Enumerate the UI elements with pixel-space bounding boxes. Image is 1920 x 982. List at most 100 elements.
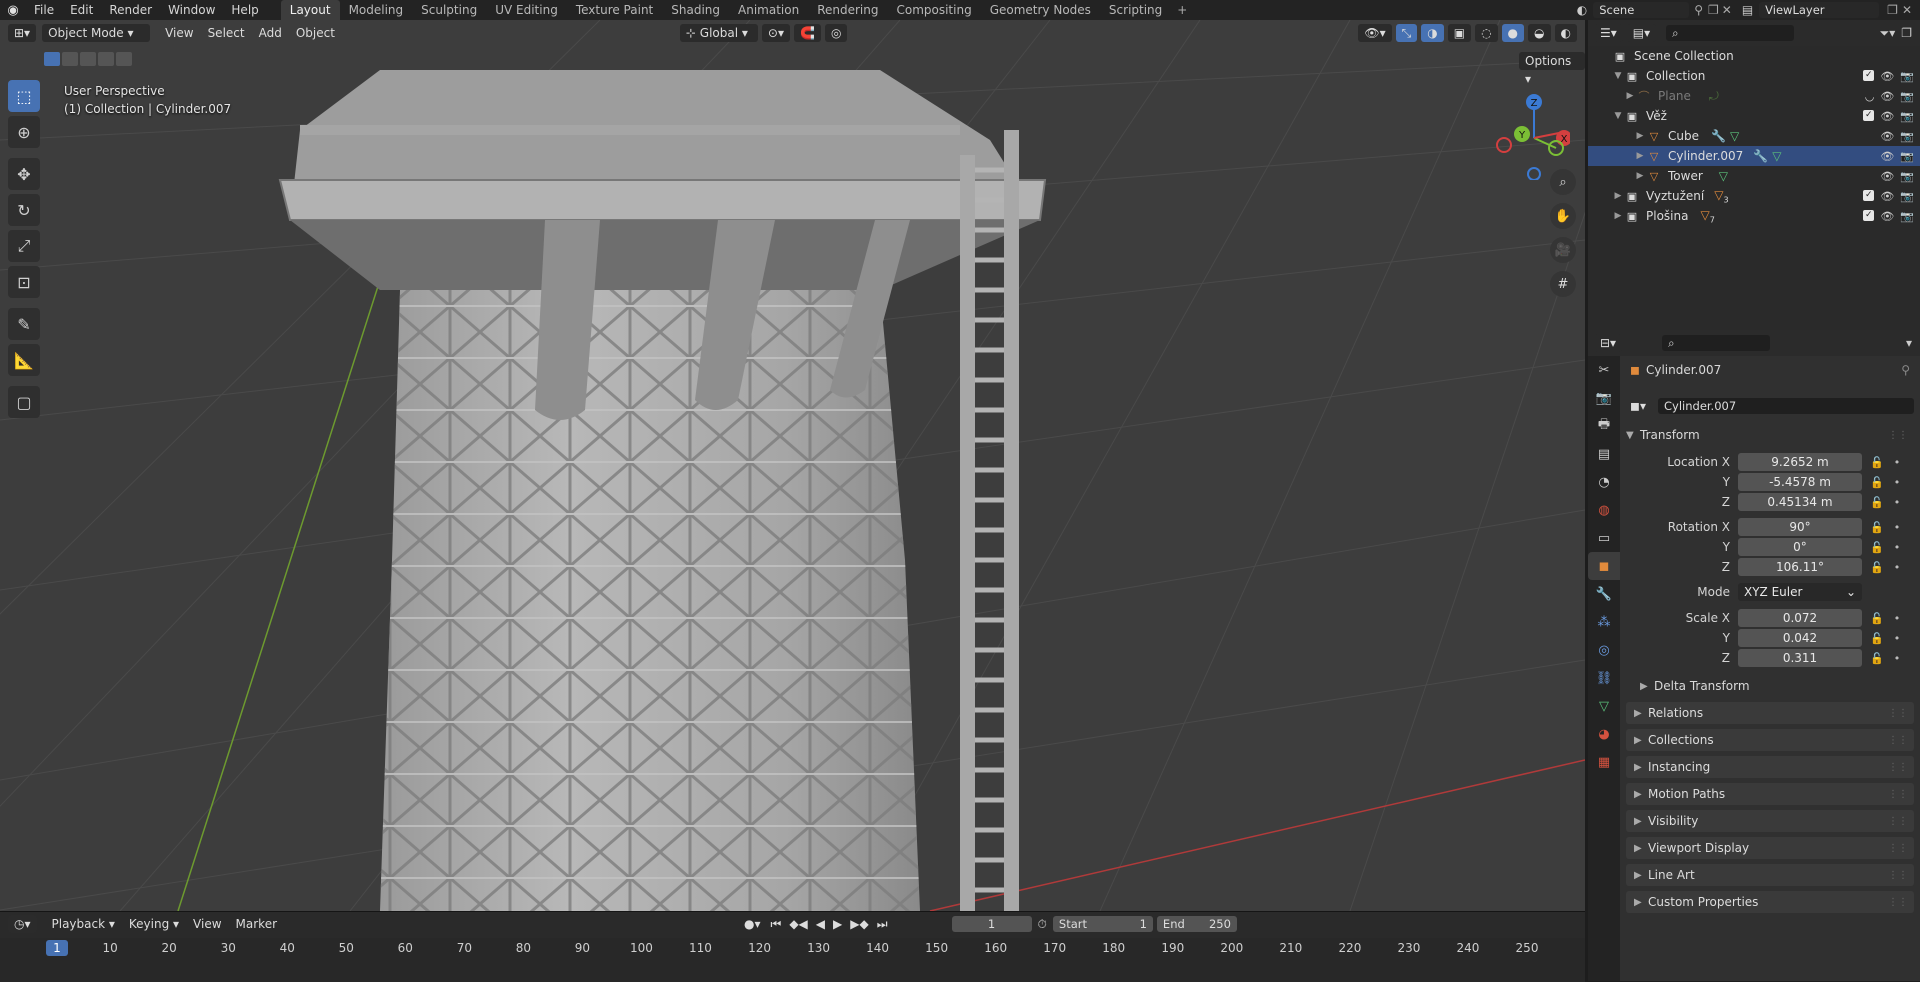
select-mode-icons[interactable]	[44, 52, 132, 66]
jump-key-back-icon[interactable]: ◆◀	[789, 917, 807, 931]
pin-icon[interactable]: ⚲	[1694, 3, 1703, 17]
outliner-search-input[interactable]: ⌕	[1666, 25, 1795, 41]
filter-icon[interactable]: ⏷▾	[1880, 26, 1896, 41]
annotate-tool-icon[interactable]: ✎	[8, 308, 40, 340]
tab-scripting[interactable]: Scripting	[1100, 0, 1171, 20]
jump-key-forward-icon[interactable]: ▶◆	[850, 917, 868, 931]
menu-window[interactable]: Window	[160, 0, 223, 20]
lock-icon[interactable]: 🔓	[1870, 652, 1884, 665]
particles-tab-icon[interactable]: ⁂	[1588, 608, 1620, 636]
camera-icon[interactable]: 📷	[1900, 150, 1914, 163]
properties-editor-icon[interactable]: ⊟▾	[1594, 334, 1623, 352]
tab-sculpting[interactable]: Sculpting	[412, 0, 486, 20]
delta-transform-subpanel[interactable]: ▶ Delta Transform	[1640, 676, 1750, 696]
jump-start-icon[interactable]: ⏮	[771, 917, 782, 932]
timeline-editor-icon[interactable]: ◷▾	[8, 915, 37, 933]
display-mode-icon[interactable]: ▤▾	[1626, 24, 1657, 42]
outliner-row-tower[interactable]: ▶ ▽ Tower ▽ 👁 📷	[1588, 166, 1920, 186]
drag-grip-icon[interactable]: ⋮⋮	[1888, 789, 1908, 800]
eye-icon[interactable]: 👁	[1880, 110, 1894, 123]
outliner-row-cylinder[interactable]: ▶ ▽ Cylinder.007 🔧 ▽ 👁 📷	[1588, 146, 1920, 166]
expand-icon[interactable]: ▶	[1634, 897, 1648, 908]
ortho-grid-icon[interactable]: #	[1550, 271, 1576, 297]
viewport-menu-view[interactable]: View	[158, 26, 200, 40]
mode-dropdown[interactable]: Object Mode ▾	[42, 24, 151, 42]
drag-grip-icon[interactable]: ⋮⋮	[1888, 708, 1908, 719]
tab-rendering[interactable]: Rendering	[808, 0, 887, 20]
drag-grip-icon[interactable]: ⋮⋮	[1888, 843, 1908, 854]
camera-icon[interactable]: 📷	[1900, 130, 1914, 143]
include-checkbox[interactable]: ✓	[1863, 209, 1875, 221]
tab-compositing[interactable]: Compositing	[887, 0, 980, 20]
transform-tool-icon[interactable]: ⊡	[8, 266, 40, 298]
editor-type-icon[interactable]: ⊞▾	[8, 24, 37, 42]
include-checkbox[interactable]: ✓	[1863, 69, 1875, 81]
outliner-row-collection[interactable]: ▼ ▣ Collection ✓ 👁 📷	[1588, 66, 1920, 86]
tab-shading[interactable]: Shading	[662, 0, 729, 20]
camera-icon[interactable]: 📷	[1900, 70, 1914, 83]
camera-icon[interactable]: 📷	[1900, 210, 1914, 223]
output-tab-icon[interactable]: 🖶	[1588, 412, 1620, 440]
expand-icon[interactable]: ▶	[1640, 681, 1654, 692]
cursor-tool-icon[interactable]: ⊕	[8, 116, 40, 148]
expand-icon[interactable]: ▶	[1634, 171, 1646, 181]
panel-viewport-display[interactable]: ▶ Viewport Display ⋮⋮	[1626, 837, 1914, 859]
keyframe-dot-icon[interactable]: •	[1894, 632, 1901, 645]
record-icon[interactable]: ●▾	[744, 917, 761, 931]
blender-logo-icon[interactable]: ◉	[0, 0, 26, 20]
expand-icon[interactable]: ▶	[1612, 211, 1624, 221]
expand-icon[interactable]: ▶	[1634, 762, 1648, 773]
add-workspace-icon[interactable]: +	[1171, 3, 1193, 17]
options-button[interactable]: Options ▾	[1519, 52, 1585, 86]
location-x-field[interactable]: 9.2652 m	[1738, 453, 1862, 471]
panel-relations[interactable]: ▶ Relations ⋮⋮	[1626, 702, 1914, 724]
play-reverse-icon[interactable]: ◀	[816, 917, 825, 931]
lock-icon[interactable]: 🔓	[1870, 612, 1884, 625]
lock-icon[interactable]: 🔓	[1870, 476, 1884, 489]
properties-options-icon[interactable]: ▾	[1906, 336, 1912, 350]
lock-icon[interactable]: 🔓	[1870, 561, 1884, 574]
scale-x-field[interactable]: 0.072	[1738, 609, 1862, 627]
drag-grip-icon[interactable]: ⋮⋮	[1888, 897, 1908, 908]
tool-tab-icon[interactable]: ✂	[1588, 356, 1620, 384]
tab-animation[interactable]: Animation	[729, 0, 808, 20]
rotate-tool-icon[interactable]: ↻	[8, 194, 40, 226]
move-tool-icon[interactable]: ✥	[8, 158, 40, 190]
scene-tab-icon[interactable]: ◔	[1588, 468, 1620, 496]
start-frame-field[interactable]: Start 1	[1052, 916, 1153, 932]
select-extend-icon[interactable]	[62, 52, 78, 66]
panel-instancing[interactable]: ▶ Instancing ⋮⋮	[1626, 756, 1914, 778]
current-frame-field[interactable]: 1	[951, 916, 1032, 932]
expand-icon[interactable]: ▶	[1634, 816, 1648, 827]
outliner-row-vez[interactable]: ▼ ▣ Věž ✓ 👁 📷	[1588, 106, 1920, 126]
navigation-gizmo[interactable]: Z Y X	[1490, 90, 1570, 180]
collection-tab-icon[interactable]: ▭	[1588, 524, 1620, 552]
rotation-x-field[interactable]: 90°	[1738, 518, 1862, 536]
drag-grip-icon[interactable]: ⋮⋮	[1888, 762, 1908, 773]
select-intersect-icon[interactable]	[116, 52, 132, 66]
camera-icon[interactable]: 📷	[1900, 190, 1914, 203]
visibility-icon[interactable]: 👁▾	[1358, 24, 1392, 42]
add-cube-tool-icon[interactable]: ▢	[8, 386, 40, 418]
timeline-menu-playback[interactable]: Playback ▾	[45, 917, 122, 931]
object-tab-icon[interactable]: ◼	[1588, 552, 1620, 580]
outliner-row-plane[interactable]: ▶ ⌒ Plane ⤾ ◡ 👁 📷	[1588, 86, 1920, 106]
zoom-icon[interactable]: ⌕	[1550, 169, 1576, 195]
object-name-field[interactable]: Cylinder.007	[1658, 398, 1914, 414]
select-box-icon[interactable]	[44, 52, 60, 66]
constraints-tab-icon[interactable]: ⛓	[1588, 664, 1620, 692]
rotation-z-field[interactable]: 106.11°	[1738, 558, 1862, 576]
eye-icon[interactable]: 👁	[1880, 70, 1894, 83]
pivot-icon[interactable]: ⊙▾	[761, 24, 790, 42]
rotation-y-field[interactable]: 0°	[1738, 538, 1862, 556]
wireframe-shading-icon[interactable]: ◌	[1475, 24, 1498, 42]
view-layer-tab-icon[interactable]: ▤	[1588, 440, 1620, 468]
tab-texture-paint[interactable]: Texture Paint	[567, 0, 662, 20]
panel-custom-properties[interactable]: ▶ Custom Properties ⋮⋮	[1626, 891, 1914, 913]
object-datablock-icon[interactable]: ◼▾	[1630, 399, 1654, 413]
eye-icon[interactable]: 👁	[1880, 170, 1894, 183]
menu-help[interactable]: Help	[223, 0, 266, 20]
orientation-dropdown[interactable]: ⊹ Global ▾	[679, 24, 758, 42]
expand-icon[interactable]: ▼	[1612, 71, 1624, 81]
menu-render[interactable]: Render	[101, 0, 160, 20]
